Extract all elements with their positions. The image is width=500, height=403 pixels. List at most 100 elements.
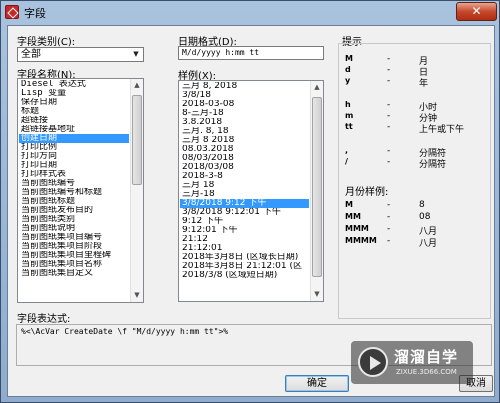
hint-dash: - xyxy=(387,76,391,86)
list-item[interactable]: 9:12 下午 xyxy=(180,217,309,226)
list-item[interactable]: 8-三月-18 xyxy=(180,109,309,118)
hint-code: h xyxy=(345,100,351,109)
list-item[interactable]: 当前图纸集项目阶段 xyxy=(19,242,129,251)
list-item[interactable]: 打印日期 xyxy=(19,161,129,170)
list-item[interactable]: 三月-18 xyxy=(180,190,309,199)
hint-code: tt xyxy=(345,122,353,131)
watermark-brand: 溜溜自学 xyxy=(394,348,459,366)
hint-row: d-日 xyxy=(345,65,490,78)
hint-row: , - 分隔符 xyxy=(345,146,490,159)
window-title: 字段 xyxy=(24,7,46,20)
hint-row: M - 8 xyxy=(345,200,490,210)
scroll-down-icon[interactable]: ▼ xyxy=(311,288,323,301)
scroll-up-icon[interactable]: ▲ xyxy=(311,81,323,94)
list-item[interactable]: 超链接基地址 xyxy=(19,125,129,134)
hint-dash: - xyxy=(387,111,391,121)
hint-code: MM xyxy=(345,212,361,221)
hint-dash: - xyxy=(387,65,391,75)
list-item[interactable]: 超链接 xyxy=(19,116,129,125)
ok-button[interactable]: 确定 xyxy=(285,375,349,392)
list-item[interactable]: 2018/3/8 (区域短日期) xyxy=(180,271,309,280)
hint-meaning: 08 xyxy=(419,212,431,222)
list-item[interactable]: 2018/03/08 xyxy=(180,163,309,172)
hint-dash: - xyxy=(387,122,391,132)
list-item[interactable]: 2018年3月8日 (区域长日期) xyxy=(180,253,309,262)
hint-row: y-年 xyxy=(345,76,490,89)
list-item[interactable]: 08.03.2018 xyxy=(180,145,309,154)
list-item[interactable]: 三月. 8, 18 xyxy=(180,127,309,136)
examples-list[interactable]: 三月 8, 2018 3/8/18 2018-03-08 8-三月-18 3.8.201… xyxy=(178,80,324,302)
list-item[interactable]: 创建日期 xyxy=(19,134,129,143)
list-item[interactable]: 3/8/2018 9:12:01 下午 xyxy=(180,208,309,217)
list-item[interactable]: 三月 8, 2018 xyxy=(180,82,309,91)
list-item[interactable]: 三月 8 2018 xyxy=(180,136,309,145)
list-item[interactable]: Lisp 变量 xyxy=(19,89,129,98)
field-category-label: 字段类别(C): xyxy=(17,37,76,48)
hint-code: y xyxy=(345,76,351,85)
hint-dash: - xyxy=(387,54,391,64)
hint-meaning: 八月 xyxy=(419,239,438,249)
list-item[interactable]: 2018-3-8 xyxy=(180,172,309,181)
hint-row: MM - 08 xyxy=(345,212,490,222)
hint-dash: - xyxy=(387,236,391,246)
hint-row: MMM - 八月 xyxy=(345,224,490,237)
hint-meaning: 上午或下午 xyxy=(419,125,465,135)
hint-meaning: 分隔符 xyxy=(419,160,447,170)
month-examples-label: 月份样例: xyxy=(345,187,389,198)
autocad-app-icon xyxy=(5,5,19,19)
hint-code: MMMM xyxy=(345,236,377,245)
hint-code: M xyxy=(345,54,353,63)
examples-scrollbar[interactable]: ▲ ▼ xyxy=(310,81,323,301)
scroll-thumb[interactable] xyxy=(312,97,322,277)
list-item[interactable]: 2018年3月8日 21:12:01 (区 xyxy=(180,262,309,271)
list-item[interactable]: 当前图纸集项目名称 xyxy=(19,260,129,269)
hint-meaning: 8 xyxy=(419,200,425,210)
hint-dash: - xyxy=(387,224,391,234)
list-item[interactable]: 21:12:01 xyxy=(180,244,309,253)
list-item[interactable]: 打印方向 xyxy=(19,152,129,161)
list-item[interactable]: 当前图纸编号 xyxy=(19,179,129,188)
list-item[interactable]: 3/8/18 xyxy=(180,91,309,100)
date-format-input[interactable]: M/d/yyyy h:mm tt xyxy=(178,46,324,60)
watermark-url: ZIXUE.3D66.COM xyxy=(396,368,457,376)
close-button[interactable]: ✕ xyxy=(456,2,497,21)
list-item[interactable]: 标题 xyxy=(19,107,129,116)
title-bar[interactable]: 字段 ✕ xyxy=(1,1,499,24)
chevron-down-icon[interactable]: ▼ xyxy=(130,49,142,60)
hint-code: , xyxy=(345,146,349,155)
list-item[interactable]: 三月 18 xyxy=(180,181,309,190)
list-item[interactable]: 2018-03-08 xyxy=(180,100,309,109)
list-item[interactable]: 当前图纸编号和标题 xyxy=(19,188,129,197)
field-names-scrollbar[interactable]: ▲ ▼ xyxy=(130,79,143,302)
list-item[interactable]: 打印样式表 xyxy=(19,170,129,179)
scroll-up-icon[interactable]: ▲ xyxy=(131,79,143,92)
list-item[interactable]: 打印比例 xyxy=(19,143,129,152)
scroll-thumb[interactable] xyxy=(132,95,142,185)
list-item[interactable]: 21:12 xyxy=(180,235,309,244)
hint-dash: - xyxy=(387,157,391,167)
list-item[interactable]: 当前图纸集项目编号 xyxy=(19,233,129,242)
hint-code: MMM xyxy=(345,224,369,233)
list-item[interactable]: 当前图纸集自定义 xyxy=(19,269,129,278)
list-item[interactable]: 08/03/2018 xyxy=(180,154,309,163)
field-category-dropdown[interactable]: 全部 ▼ xyxy=(17,47,144,62)
list-item[interactable]: 当前图纸集项目里程碑 xyxy=(19,251,129,260)
list-item[interactable]: 3/8/2018 9:12 下午 xyxy=(180,199,309,208)
list-item[interactable]: Diesel 表达式 xyxy=(19,80,129,89)
list-item[interactable]: 当前图纸标题 xyxy=(19,197,129,206)
list-item[interactable]: 保存日期 xyxy=(19,98,129,107)
hint-row: tt - 上午或下午 xyxy=(345,122,490,135)
field-names-list[interactable]: Diesel 表达式 Lisp 变量 保存日期 标题 超链接 超链接基地址 创建日期 打印比例… xyxy=(17,78,144,303)
hint-meaning: 年 xyxy=(419,79,429,89)
hint-code: M xyxy=(345,200,353,209)
list-item[interactable]: 当前图纸说明 xyxy=(19,224,129,233)
list-item[interactable]: 3.8.2018 xyxy=(180,118,309,127)
hint-dash: - xyxy=(387,146,391,156)
hint-row: h - 小时 xyxy=(345,100,490,113)
list-item[interactable]: 9:12:01 下午 xyxy=(180,226,309,235)
list-item[interactable]: 当前图纸类别 xyxy=(19,215,129,224)
hint-dash: - xyxy=(387,100,391,110)
scroll-down-icon[interactable]: ▼ xyxy=(131,289,143,302)
list-item[interactable]: 当前图纸发布目的 xyxy=(19,206,129,215)
hint-row: / - 分隔符 xyxy=(345,157,490,170)
